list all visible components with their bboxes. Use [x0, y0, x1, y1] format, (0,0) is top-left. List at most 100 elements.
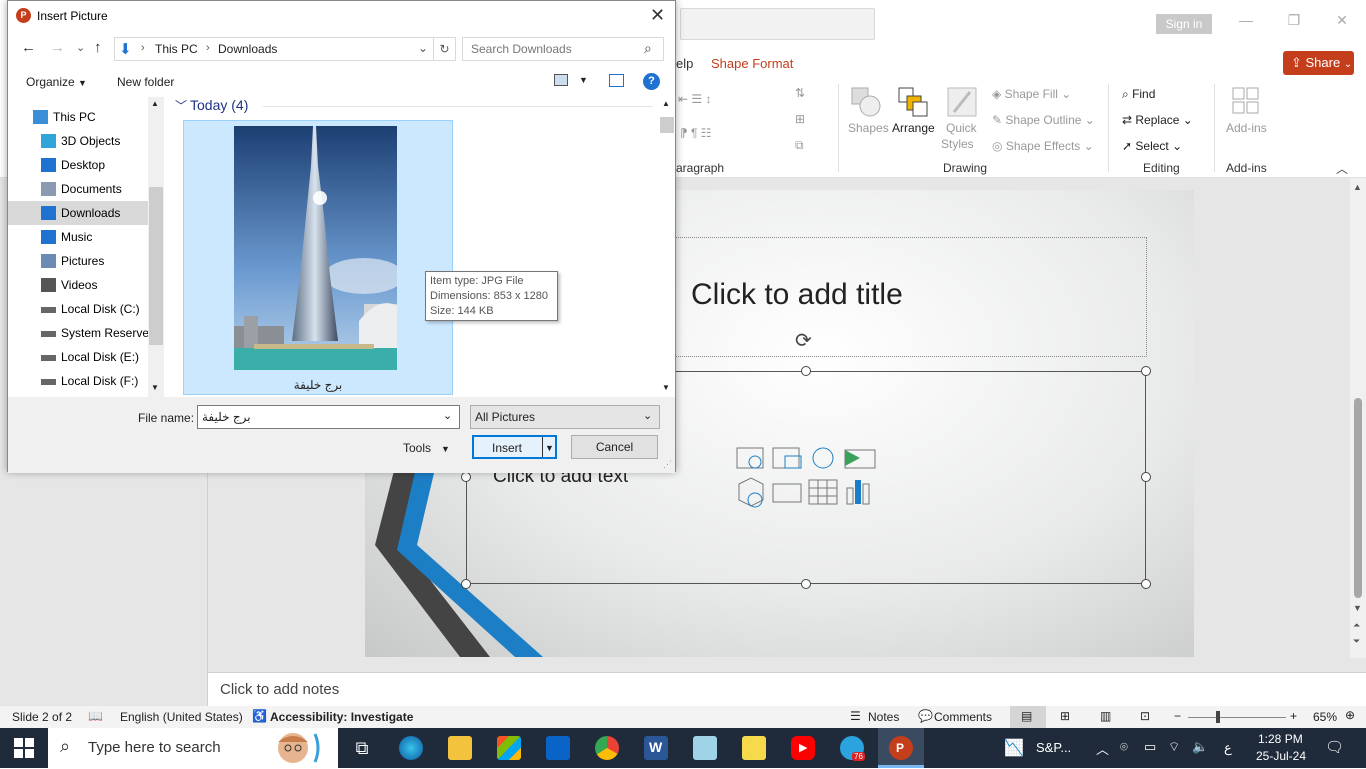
notes-pane[interactable]: Click to add notes: [208, 672, 1366, 706]
zoom-in-icon[interactable]: +: [1290, 709, 1297, 723]
language-status[interactable]: English (United States): [120, 710, 243, 724]
address-bar[interactable]: ⬇ › This PC › Downloads ⌄ ↻: [114, 37, 456, 61]
webcam-icon[interactable]: ⌾: [1120, 739, 1128, 755]
nav-item-documents[interactable]: Documents: [8, 177, 148, 201]
edge-icon[interactable]: [399, 736, 423, 760]
fit-slide-icon[interactable]: ⊕: [1345, 708, 1355, 722]
chevron-down-icon[interactable]: ⌄: [443, 409, 452, 422]
group-header[interactable]: Today (4): [190, 97, 248, 113]
shape-effects-button[interactable]: ◎ Shape Effects ⌄: [992, 139, 1094, 153]
battery-icon[interactable]: ▭: [1144, 739, 1156, 755]
chrome-icon[interactable]: [595, 736, 619, 760]
slide-sorter-icon[interactable]: ⊞: [1060, 709, 1070, 723]
stock-widget[interactable]: S&P...: [1036, 740, 1071, 755]
sign-in-button[interactable]: Sign in: [1156, 14, 1212, 34]
breadcrumb-this-pc[interactable]: This PC: [155, 42, 198, 56]
vertical-scrollbar[interactable]: ▲ ▼ ⏶ ⏷: [1350, 178, 1366, 658]
scrollbar-thumb[interactable]: [660, 117, 674, 133]
shapes-icon[interactable]: [850, 86, 882, 118]
replace-button[interactable]: ⇄ Replace ⌄: [1122, 113, 1193, 127]
scroll-down-icon[interactable]: ▼: [662, 383, 670, 392]
title-placeholder-text[interactable]: Click to add title: [691, 278, 903, 312]
refresh-icon[interactable]: ↻: [433, 38, 455, 60]
nav-item-videos[interactable]: Videos: [8, 273, 148, 297]
windows-start-icon[interactable]: [14, 738, 34, 758]
nav-item-local-disk-f[interactable]: Local Disk (F:): [8, 369, 148, 393]
recent-locations-icon[interactable]: ⌄: [76, 41, 85, 54]
shape-fill-button[interactable]: ◈ Shape Fill ⌄: [992, 87, 1071, 101]
back-arrow-icon[interactable]: ←: [21, 39, 36, 56]
resize-handle[interactable]: [461, 472, 471, 482]
nav-item-music[interactable]: Music: [8, 225, 148, 249]
next-slide-icon[interactable]: ⏷: [1353, 636, 1360, 647]
nav-scrollbar[interactable]: ▲ ▼: [148, 97, 164, 397]
shapes-label[interactable]: Shapes: [848, 121, 889, 135]
file-name-input[interactable]: برج خليفة ⌄: [197, 405, 460, 429]
find-button[interactable]: ⌕ Find: [1122, 87, 1155, 102]
file-explorer-icon[interactable]: [448, 736, 472, 760]
slideshow-icon[interactable]: ⊡: [1140, 709, 1150, 723]
word-icon[interactable]: W: [644, 736, 668, 760]
accessibility-status[interactable]: Accessibility: Investigate: [270, 710, 413, 724]
rotate-handle-icon[interactable]: ⟳: [795, 328, 812, 353]
align-text-icon[interactable]: ⊞: [795, 112, 805, 126]
collapse-ribbon-icon[interactable]: ︿: [1336, 160, 1348, 177]
rtl-icon[interactable]: ⁋ ¶ ☷: [680, 126, 712, 140]
nav-item-pictures[interactable]: Pictures: [8, 249, 148, 273]
nav-item-downloads[interactable]: Downloads: [8, 201, 148, 225]
tools-button[interactable]: Tools ▼: [403, 441, 450, 455]
prev-slide-icon[interactable]: ⏶: [1353, 620, 1360, 631]
scroll-down-icon[interactable]: ▼: [151, 383, 159, 392]
organize-button[interactable]: Organize ▼: [26, 75, 87, 89]
resize-handle[interactable]: [801, 366, 811, 376]
new-folder-button[interactable]: New folder: [117, 75, 174, 89]
scrollbar-thumb[interactable]: [1354, 398, 1362, 598]
notification-icon[interactable]: 🗨: [1325, 738, 1344, 756]
resize-grip-icon[interactable]: ⋰: [663, 459, 672, 470]
text-direction-icon[interactable]: ⇅: [795, 86, 805, 100]
nav-item-local-disk-e[interactable]: Local Disk (E:): [8, 345, 148, 369]
scroll-down-icon[interactable]: ▼: [1353, 603, 1362, 613]
notes-placeholder[interactable]: Click to add notes: [220, 681, 339, 698]
forward-arrow-icon[interactable]: →: [50, 39, 65, 56]
spelling-icon[interactable]: 📖: [88, 709, 103, 723]
mail-icon[interactable]: [546, 736, 570, 760]
zoom-slider[interactable]: [1188, 717, 1286, 718]
nav-item-desktop[interactable]: Desktop: [8, 153, 148, 177]
resize-handle[interactable]: [801, 579, 811, 589]
cancel-button[interactable]: Cancel: [571, 435, 658, 459]
help-icon[interactable]: ?: [643, 73, 660, 90]
arrange-label[interactable]: Arrange: [892, 121, 935, 135]
app-icon[interactable]: [693, 736, 717, 760]
wifi-icon[interactable]: ⌔: [1168, 739, 1180, 755]
burj-khalifa-thumbnail[interactable]: [234, 126, 397, 370]
powerpoint-taskbar-button[interactable]: P: [878, 728, 924, 768]
share-button[interactable]: ⇪ Share ⌄: [1283, 51, 1354, 75]
task-view-icon[interactable]: ⧉: [350, 736, 374, 760]
breadcrumb-downloads[interactable]: Downloads: [218, 42, 277, 56]
zoom-out-icon[interactable]: −: [1174, 709, 1181, 723]
tab-help[interactable]: elp: [676, 56, 693, 71]
file-caption[interactable]: برج خليفة: [184, 378, 452, 392]
taskbar-search-box[interactable]: ⌕ Type here to search: [48, 728, 338, 768]
shape-outline-button[interactable]: ✎ Shape Outline ⌄: [992, 113, 1095, 127]
smartart-icon[interactable]: ⧉: [795, 138, 804, 153]
close-window-icon[interactable]: ✕: [1332, 12, 1352, 29]
tab-shape-format[interactable]: Shape Format: [711, 56, 793, 71]
comments-toggle[interactable]: Comments: [934, 710, 992, 724]
search-downloads-input[interactable]: Search Downloads ⌕: [462, 37, 664, 61]
normal-view-button[interactable]: ▤: [1010, 706, 1046, 728]
addins-label[interactable]: Add-ins: [1226, 121, 1267, 135]
zoom-slider-thumb[interactable]: [1216, 711, 1220, 723]
resize-handle[interactable]: [1141, 366, 1151, 376]
chevron-down-icon[interactable]: ﹀: [175, 97, 187, 114]
youtube-icon[interactable]: ▶: [791, 736, 815, 760]
file-list-scrollbar[interactable]: ▲ ▼: [659, 97, 675, 397]
input-language[interactable]: ع: [1224, 740, 1232, 756]
quick-styles-label[interactable]: Quick: [946, 121, 977, 135]
store-icon[interactable]: [497, 736, 521, 760]
minimize-icon[interactable]: —: [1236, 12, 1256, 28]
sticky-notes-icon[interactable]: [742, 736, 766, 760]
caret-down-icon[interactable]: ▼: [579, 75, 588, 85]
scroll-up-icon[interactable]: ▲: [151, 99, 159, 108]
